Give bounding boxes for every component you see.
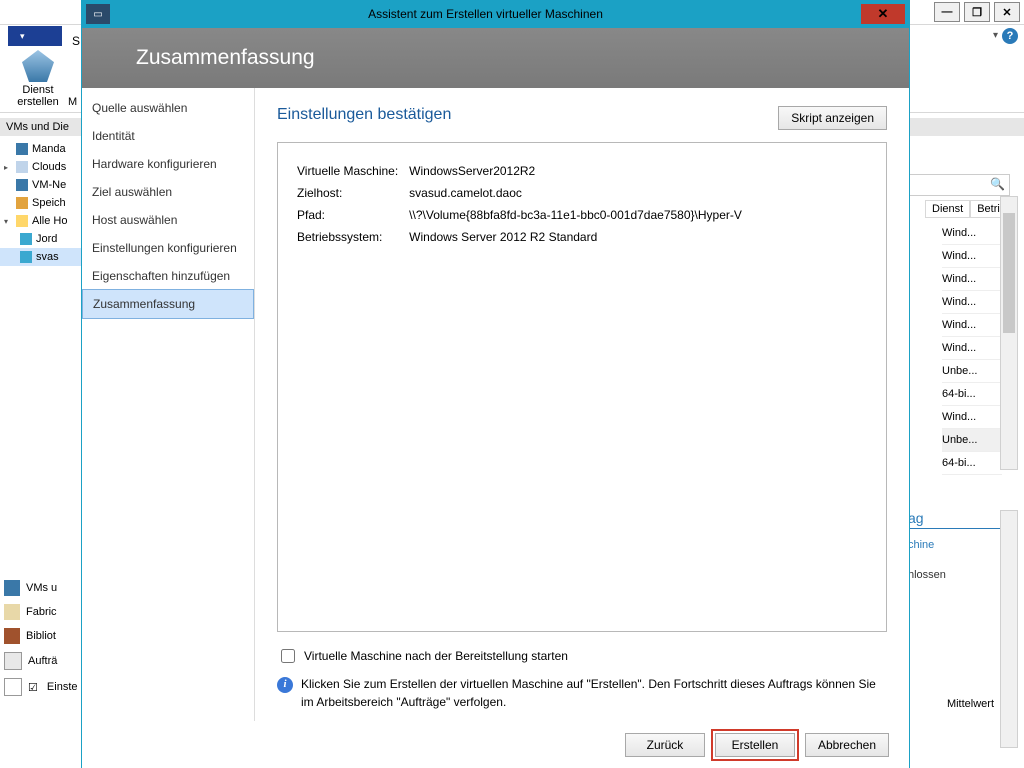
start-after-deploy-input[interactable] [281, 649, 295, 663]
ribbon-home-tab[interactable] [8, 26, 62, 46]
fabric-icon [4, 604, 20, 620]
detail-mittelwert-label: Mittelwert [947, 698, 994, 710]
wizard-step[interactable]: Hardware konfigurieren [82, 150, 254, 178]
list-row[interactable]: 64-bi... [942, 383, 1002, 406]
wizard-step[interactable]: Ziel auswählen [82, 178, 254, 206]
help-icon[interactable]: ? [1002, 28, 1018, 44]
summary-panel: Virtuelle Maschine: WindowsServer2012R2 … [277, 142, 887, 632]
info-icon: i [277, 677, 293, 693]
wizard-content: Einstellungen bestätigen Skript anzeigen… [255, 88, 909, 721]
wizard-step[interactable]: Quelle auswählen [82, 94, 254, 122]
host-icon [20, 233, 32, 245]
summary-label-path: Pfad: [296, 207, 408, 223]
folder-icon [16, 215, 28, 227]
host-icon [20, 251, 32, 263]
create-button[interactable]: Erstellen [715, 733, 795, 757]
list-row[interactable]: Unbe... [942, 429, 1002, 452]
cloud-icon [16, 161, 28, 173]
wizard-footer: Zurück Erstellen Abbrechen [82, 721, 909, 768]
summary-value-os: Windows Server 2012 R2 Standard [408, 229, 743, 245]
list-rows: Wind... Wind... Wind... Wind... Wind... … [942, 222, 1002, 475]
content-title: Einstellungen bestätigen [277, 106, 451, 124]
list-row[interactable]: Wind... [942, 337, 1002, 360]
vms-icon [4, 580, 20, 596]
summary-value-host: svasud.camelot.daoc [408, 185, 743, 201]
wizard-system-icon[interactable]: ▭ [86, 4, 110, 24]
list-row[interactable]: Wind... [942, 406, 1002, 429]
wizard-steps-list: Quelle auswählen Identität Hardware konf… [82, 88, 255, 721]
tree-item[interactable]: Speich [0, 194, 82, 212]
list-row[interactable]: Wind... [942, 314, 1002, 337]
wizard-close-button[interactable]: ✕ [861, 4, 905, 24]
tree-item[interactable]: Manda [0, 140, 82, 158]
wizard-step[interactable]: Identität [82, 122, 254, 150]
tree-item[interactable]: ▾Alle Ho [0, 212, 82, 230]
storage-icon [16, 197, 28, 209]
settings-icon [4, 678, 22, 696]
wizard-banner: Zusammenfassung [82, 28, 909, 88]
tree-item-selected[interactable]: svas [0, 248, 82, 266]
detail-scrollbar[interactable] [1000, 510, 1018, 748]
minimize-button[interactable]: — [934, 2, 960, 22]
summary-label-os: Betriebssystem: [296, 229, 408, 245]
info-text: Klicken Sie zum Erstellen der virtuellen… [301, 676, 887, 711]
scrollbar-thumb[interactable] [1003, 213, 1015, 333]
start-after-deploy-label: Virtuelle Maschine nach der Bereitstellu… [304, 649, 568, 663]
summary-label-host: Zielhost: [296, 185, 408, 201]
wizard-title: Assistent zum Erstellen virtueller Masch… [110, 7, 861, 21]
list-row[interactable]: Unbe... [942, 360, 1002, 383]
ribbon-label: Diensterstellen [8, 84, 68, 108]
tree-item[interactable]: ▸Clouds [0, 158, 82, 176]
list-row[interactable]: Wind... [942, 268, 1002, 291]
wizard-step-active[interactable]: Zusammenfassung [82, 289, 254, 319]
wizard-step[interactable]: Eigenschaften hinzufügen [82, 262, 254, 290]
ribbon-s-label: S [72, 34, 80, 48]
wizard-step[interactable]: Host auswählen [82, 206, 254, 234]
workspace-fabric[interactable]: Fabric [0, 600, 82, 624]
summary-value-path: \\?\Volume{88bfa8fd-bc3a-11e1-bbc0-001d7… [408, 207, 743, 223]
list-row[interactable]: Wind... [942, 222, 1002, 245]
workspace-switcher: VMs u Fabric Bibliot Aufträ ☑ Einste [0, 576, 82, 700]
cancel-button[interactable]: Abbrechen [805, 733, 889, 757]
tree-item[interactable]: Jord [0, 230, 82, 248]
maximize-button[interactable]: ❐ [964, 2, 990, 22]
workspace-jobs[interactable]: Aufträ [0, 648, 82, 674]
view-script-button[interactable]: Skript anzeigen [778, 106, 887, 130]
tree-item[interactable]: VM-Ne [0, 176, 82, 194]
workspace-vms[interactable]: VMs u [0, 576, 82, 600]
create-vm-wizard: ▭ Assistent zum Erstellen virtueller Mas… [82, 0, 909, 768]
list-row[interactable]: 64-bi... [942, 452, 1002, 475]
ribbon-m-label: M [68, 96, 77, 108]
help-dropdown-icon[interactable]: ▾ [993, 30, 998, 41]
column-dienst[interactable]: Dienst [925, 200, 970, 218]
workspace-library[interactable]: Bibliot [0, 624, 82, 648]
library-icon [4, 628, 20, 644]
network-icon [16, 179, 28, 191]
back-button[interactable]: Zurück [625, 733, 705, 757]
nav-tree: Manda ▸Clouds VM-Ne Speich ▾Alle Ho Jord… [0, 140, 82, 266]
jobs-icon [4, 652, 22, 670]
search-icon: 🔍 [990, 177, 1005, 191]
close-button[interactable]: ✕ [994, 2, 1020, 22]
list-row[interactable]: Wind... [942, 245, 1002, 268]
summary-value-vm: WindowsServer2012R2 [408, 163, 743, 179]
start-after-deploy-checkbox[interactable]: Virtuelle Maschine nach der Bereitstellu… [277, 646, 887, 666]
wizard-titlebar[interactable]: ▭ Assistent zum Erstellen virtueller Mas… [82, 0, 909, 28]
search-input[interactable]: 🔍 [908, 174, 1010, 196]
summary-label-vm: Virtuelle Maschine: [296, 163, 408, 179]
list-row[interactable]: Wind... [942, 291, 1002, 314]
server-icon [16, 143, 28, 155]
workspace-settings[interactable]: ☑ Einste [0, 674, 82, 700]
wizard-step[interactable]: Einstellungen konfigurieren [82, 234, 254, 262]
ribbon-create-service-button[interactable]: Diensterstellen [8, 50, 68, 108]
service-icon [22, 50, 54, 82]
list-scrollbar[interactable] [1000, 196, 1018, 470]
info-message: i Klicken Sie zum Erstellen der virtuell… [277, 676, 887, 711]
